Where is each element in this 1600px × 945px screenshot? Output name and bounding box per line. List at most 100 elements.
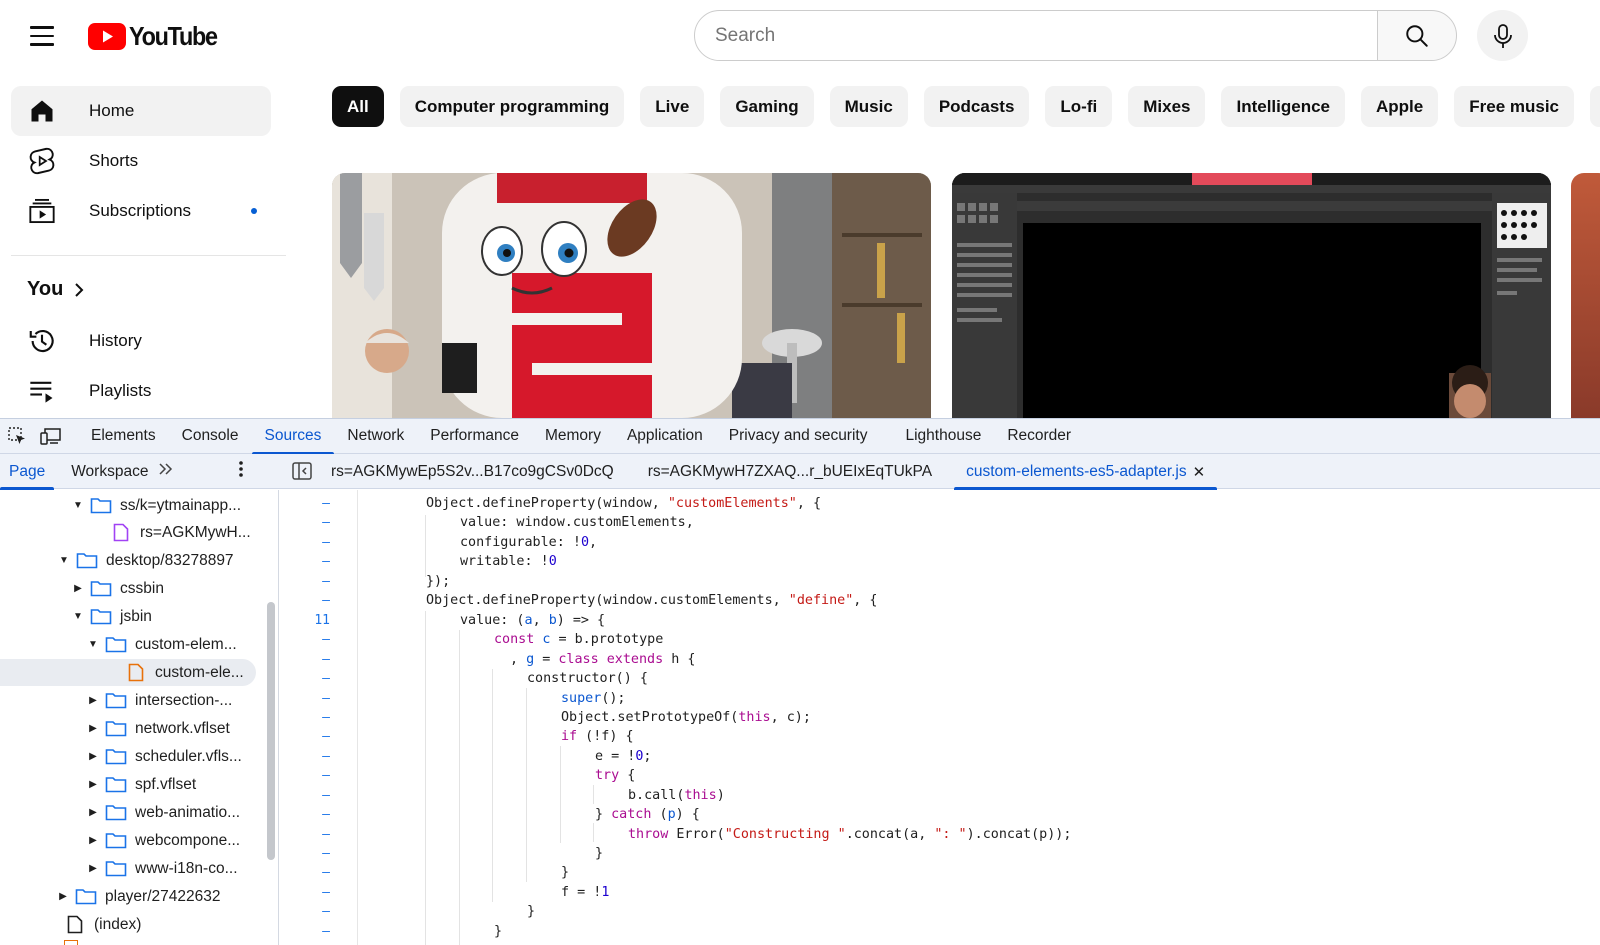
line-marker: –: [322, 865, 330, 881]
code-editor[interactable]: – Object.defineProperty(window, "customEl…: [280, 490, 1600, 945]
expand-arrow-icon: ▼: [73, 500, 83, 511]
toggle-navigator-icon[interactable]: [292, 462, 312, 485]
editor-file-tabs: rs=AGKMywEp5S2v...B17co9gCSv0DcQ rs=AGKM…: [319, 454, 1227, 490]
search-input[interactable]: [715, 24, 1377, 47]
youtube-logo[interactable]: YouTube: [88, 21, 227, 51]
tab-network[interactable]: Network: [334, 419, 417, 454]
partial-file-icon: [64, 940, 78, 945]
line-marker: –: [322, 593, 330, 609]
sidebar-item-label: History: [89, 331, 142, 350]
tab-privacy-and-security[interactable]: Privacy and security: [716, 419, 881, 454]
chip-gaming[interactable]: Gaming: [720, 86, 814, 127]
expand-arrow-icon: ▼: [73, 611, 83, 622]
navigator-divider[interactable]: [278, 490, 279, 945]
video-thumbnail[interactable]: [332, 173, 931, 418]
devtools-main-toolbar: Elements Console Sources Network Perform…: [0, 419, 1600, 455]
tree-item[interactable]: ▶ webcompone...: [0, 827, 262, 854]
search-box[interactable]: [694, 10, 1378, 61]
tree-item[interactable]: ▼ jsbin: [0, 603, 262, 630]
file-tab[interactable]: rs=AGKMywEp5S2v...B17co9gCSv0DcQ: [319, 454, 626, 489]
chip-lo-fi[interactable]: Lo-fi: [1045, 86, 1113, 127]
expand-arrow-icon: ▼: [88, 639, 98, 650]
tree-item[interactable]: ▶ network.vflset: [0, 715, 262, 742]
close-tab-icon[interactable]: ✕: [1193, 463, 1206, 481]
tree-item[interactable]: rs=AGKMywH...: [0, 519, 262, 546]
tree-item[interactable]: ▼ desktop/83278897: [0, 547, 262, 574]
tree-item[interactable]: ▶ web-animatio...: [0, 799, 262, 826]
chip-apple[interactable]: Apple: [1361, 86, 1439, 127]
masthead: YouTube: [0, 0, 1600, 72]
tree-item-label: (index): [94, 915, 142, 933]
file-tab[interactable]: rs=AGKMywH7ZXAQ...r_bUEIxEqTUkPA: [636, 454, 944, 489]
tree-item[interactable]: ▼ custom-elem...: [0, 631, 262, 658]
tab-page[interactable]: Page: [0, 454, 55, 490]
tree-item[interactable]: ▶ player/27422632: [0, 883, 262, 910]
chip-mixes[interactable]: Mixes: [1128, 86, 1206, 127]
shorts-icon: [27, 146, 57, 176]
thumbnail-image: [952, 173, 1551, 418]
tree-item-label: webcompone...: [135, 831, 241, 849]
device-toolbar-icon[interactable]: [38, 423, 64, 449]
chip-live[interactable]: Live: [640, 86, 705, 127]
you-section-header[interactable]: You: [27, 278, 85, 301]
tree-item[interactable]: ▶ scheduler.vfls...: [0, 743, 262, 770]
folder-icon: [105, 636, 127, 654]
tab-elements[interactable]: Elements: [78, 419, 169, 454]
chip-free-music[interactable]: Free music: [1454, 86, 1575, 127]
video-thumbnail[interactable]: [1571, 173, 1600, 418]
chip-intelligence[interactable]: Intelligence: [1221, 86, 1346, 127]
tab-performance[interactable]: Performance: [417, 419, 532, 454]
tree-item[interactable]: ▶ www-i18n-co...: [0, 855, 262, 882]
sidebar-item-shorts[interactable]: Shorts: [11, 136, 271, 186]
tree-item-label: jsbin: [120, 607, 152, 625]
tab-workspace[interactable]: Workspace: [62, 454, 157, 489]
tree-item[interactable]: (index): [0, 911, 262, 938]
line-marker: –: [322, 807, 330, 823]
navigator-scrollbar-thumb[interactable]: [267, 602, 275, 860]
chip-computer-programming[interactable]: Computer programming: [399, 86, 625, 127]
tree-item[interactable]: ▶ spf.vflset: [0, 771, 262, 798]
search-button[interactable]: [1377, 10, 1457, 61]
voice-search-button[interactable]: [1477, 10, 1528, 61]
sidebar-item-label: Playlists: [89, 381, 152, 400]
tab-console[interactable]: Console: [169, 419, 252, 454]
folder-icon: [105, 804, 127, 822]
tree-item-label: custom-elem...: [135, 635, 237, 653]
tab-memory[interactable]: Memory: [532, 419, 614, 454]
chip-music[interactable]: Music: [829, 86, 908, 127]
collapse-arrow-icon: ▶: [59, 891, 67, 902]
sidebar-item-playlists[interactable]: Playlists: [11, 366, 271, 416]
sidebar-item-home[interactable]: Home: [11, 86, 271, 136]
file-tab-label: custom-elements-es5-adapter.js: [966, 462, 1187, 480]
code-line: –}: [280, 922, 1600, 941]
inspect-element-icon[interactable]: [4, 423, 30, 449]
folder-icon: [105, 692, 127, 710]
chip-all[interactable]: All: [332, 86, 384, 127]
tree-item[interactable]: ▼ ss/k=ytmainapp...: [0, 492, 262, 519]
video-thumbnail[interactable]: [952, 173, 1551, 418]
tab-recorder[interactable]: Recorder: [994, 419, 1084, 454]
more-tabs-icon[interactable]: [157, 462, 175, 481]
chip-overflow[interactable]: B: [1590, 86, 1600, 127]
tree-item-label: ss/k=ytmainapp...: [120, 496, 242, 514]
line-number[interactable]: 11: [280, 613, 330, 628]
code-line: 11 value: (a, b) => {: [280, 611, 1600, 630]
sidebar-divider: [11, 255, 286, 256]
tab-application[interactable]: Application: [614, 419, 716, 454]
sidebar-item-subscriptions[interactable]: Subscriptions: [11, 186, 271, 236]
tree-item-label: desktop/83278897: [106, 551, 234, 569]
tree-item[interactable]: ▶ intersection-...: [0, 687, 262, 714]
tree-item-label: custom-ele...: [155, 663, 244, 681]
file-tab-active[interactable]: custom-elements-es5-adapter.js ✕: [954, 454, 1218, 490]
chip-podcasts[interactable]: Podcasts: [923, 86, 1030, 127]
tab-sources[interactable]: Sources: [251, 419, 335, 455]
tree-item-label: rs=AGKMywH...: [140, 523, 251, 541]
menu-icon[interactable]: [22, 18, 62, 54]
home-icon: [27, 96, 57, 126]
kebab-menu-icon[interactable]: [238, 460, 244, 483]
tab-lighthouse[interactable]: Lighthouse: [892, 419, 994, 454]
sidebar-item-history[interactable]: History: [11, 316, 271, 366]
tree-item[interactable]: ▶ cssbin: [0, 575, 262, 602]
code-line: –});: [280, 572, 1600, 591]
tree-item-selected[interactable]: custom-ele...: [0, 659, 256, 686]
